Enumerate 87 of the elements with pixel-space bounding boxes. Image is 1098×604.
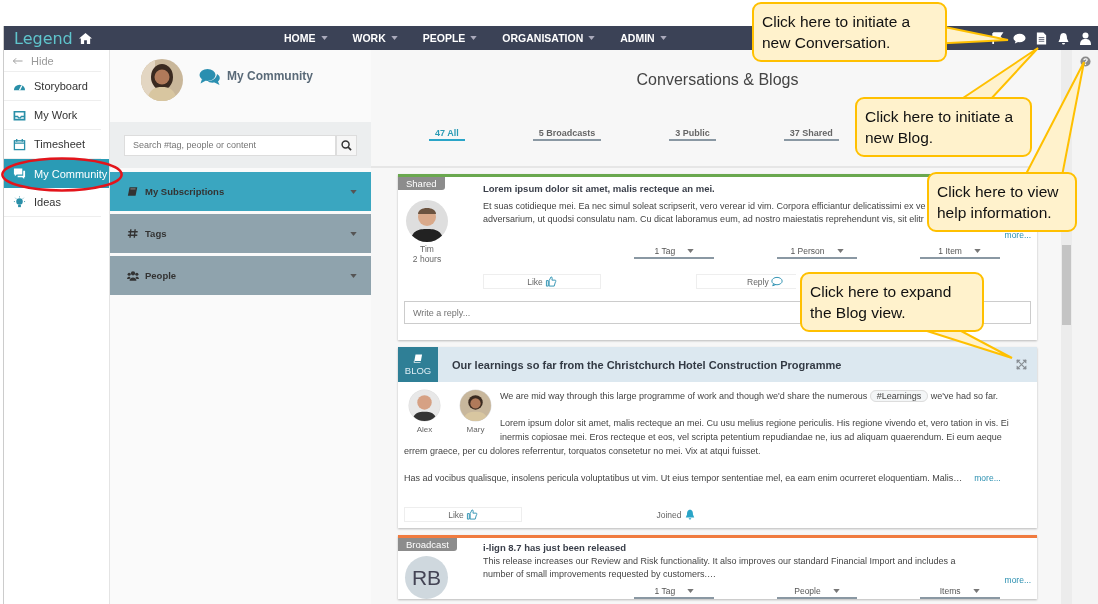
search-field[interactable]: Search #tag, people or content <box>124 134 336 156</box>
caret-icon <box>350 189 357 194</box>
caret-icon <box>832 589 840 593</box>
hashtag-icon <box>127 228 139 239</box>
post-title: i-lign 8.7 has just been released <box>483 542 627 553</box>
action-button[interactable]: Like <box>404 507 522 522</box>
lightbulb-icon <box>13 195 26 209</box>
home-icon[interactable] <box>77 31 93 45</box>
calendar-icon <box>13 137 26 151</box>
chat-icon[interactable] <box>1013 31 1026 45</box>
action-button[interactable]: Reply <box>696 274 796 289</box>
nav-menu-item[interactable]: PEOPLE <box>422 32 478 44</box>
filter-dropdown[interactable]: 1 Item <box>919 246 1000 259</box>
nav-menu-item[interactable]: ADMIN <box>620 32 667 44</box>
post-type-label: Shared <box>398 177 445 190</box>
accordion-header[interactable]: My Subscriptions <box>110 172 371 211</box>
blog-badge: BLOG <box>398 347 438 382</box>
filter-dropdown[interactable]: 1 Tag <box>634 586 715 599</box>
author-name: Mary <box>466 425 485 434</box>
caret-icon <box>320 36 328 40</box>
post-time: 2 hours <box>411 254 443 264</box>
section-title: My Community <box>227 69 313 83</box>
logo[interactable]: Legend <box>14 28 73 48</box>
post-text: adversarium, ut quodsi consulatu nam. Cu dicat laboramus eum, ad nostro maiestatis reprehendunt vis, sit elitr <box>483 213 925 226</box>
filter-dropdown[interactable]: 1 Person <box>777 246 857 259</box>
post-type-label: Broadcast <box>398 538 457 551</box>
more-link[interactable]: more... <box>1004 575 1031 585</box>
inbox-icon <box>13 108 26 122</box>
nav-menu-item[interactable]: WORK <box>352 32 398 44</box>
nav-menu-item[interactable]: HOME <box>284 32 328 44</box>
sidebar-item[interactable]: My Work <box>4 101 101 130</box>
action-button[interactable]: Joined <box>617 507 735 522</box>
sidebar-item[interactable]: Ideas <box>4 188 101 217</box>
avatar-initials: RB <box>405 556 448 599</box>
caret-icon <box>588 36 596 40</box>
book-icon <box>127 186 139 197</box>
caret-icon <box>390 36 398 40</box>
caret-icon <box>350 231 357 236</box>
sidebar-item[interactable]: Storyboard <box>4 72 101 101</box>
filter-dropdown[interactable]: 1 Tag <box>634 246 715 259</box>
search-icon <box>341 139 352 151</box>
chat-icon <box>13 167 26 180</box>
user-icon[interactable] <box>1079 31 1092 45</box>
post-text: Has ad vocibus qualisque, insolens pericula voluptatibus ut vim. Ut eius tempor sententiae mel, ea eam enim ocurreret eloquentiam. Malis… <box>404 472 963 485</box>
page-title: Conversations & Blogs <box>635 71 800 89</box>
chat-icon <box>199 68 221 86</box>
filter-tab[interactable]: 37 Shared <box>783 128 839 141</box>
action-button[interactable]: Like <box>483 274 601 289</box>
callout: Click here to view help information. <box>927 172 1077 232</box>
nav-menu-item[interactable]: ORGANISATION <box>502 32 596 44</box>
filter-dropdown[interactable]: People <box>777 586 857 599</box>
filter-tab[interactable]: 3 Public <box>669 128 716 141</box>
post-text: We are mid way through this large programme of work and though we'd share the numerous #Learnings we've had so far. <box>500 389 1000 403</box>
callout: Click here to initiate a new Conversation. <box>752 2 947 62</box>
document-icon[interactable] <box>1035 31 1048 45</box>
caret-icon <box>470 36 478 40</box>
notification-bell-icon[interactable] <box>1057 31 1070 45</box>
accordion-header[interactable]: People <box>110 256 371 295</box>
post-text: This release increases our Review and Risk functionality. It also improves our standard Financial Import and includes a number of small improvements requested by customers.… <box>483 555 957 581</box>
book-icon <box>413 353 423 363</box>
post-text: errem graece, per cu dolores referrentur, torquatos consetetur no mei. Vix at atqui fuisset. <box>404 445 762 458</box>
post-text: Lorem ipsum dolor sit amet, malis recteque an mei. Cu usu melius regione periculis. His regione vivendo et, vero tation in vis. Ei inermis copiosae mei. Eros recteque et eos, vel scripta petentium repudiandae ne, ius ad aliquam quaerendum. Ei eum aeque <box>500 417 1010 444</box>
post-text: Et suas cotidieque mei. Ea nec simul soleat scripserit, vero verear id vim. Corpora efficiantur delicatissimi ex ve <box>483 200 927 213</box>
post-title: Lorem ipsum dolor sit amet, malis recteque an mei. <box>483 183 715 194</box>
search-button[interactable] <box>336 134 357 156</box>
caret-icon <box>350 273 357 278</box>
bell-icon <box>683 509 696 520</box>
caret-icon <box>687 589 695 593</box>
thumbs-up-icon <box>465 509 478 520</box>
accordion-header[interactable]: Tags <box>110 214 371 253</box>
speech-bubble-icon <box>770 276 783 287</box>
arrow-left-icon <box>12 56 23 65</box>
more-link[interactable]: more... <box>974 473 1001 483</box>
caret-icon <box>973 249 981 253</box>
caret-icon <box>972 589 980 593</box>
people-icon <box>127 270 139 281</box>
filter-tab[interactable]: 5 Broadcasts <box>532 128 602 141</box>
author-name: Alex <box>416 425 433 434</box>
more-link[interactable]: more... <box>1004 230 1031 240</box>
filter-dropdown[interactable]: Items <box>919 586 1000 599</box>
author-name: Tim <box>419 244 435 254</box>
caret-icon <box>659 36 667 40</box>
caret-icon <box>687 249 695 253</box>
post-title: Our learnings so far from the Christchurch Hotel Construction Programme <box>452 358 842 371</box>
expand-icon[interactable] <box>1016 359 1027 370</box>
caret-icon <box>836 249 844 253</box>
thumbs-up-icon <box>544 276 557 287</box>
